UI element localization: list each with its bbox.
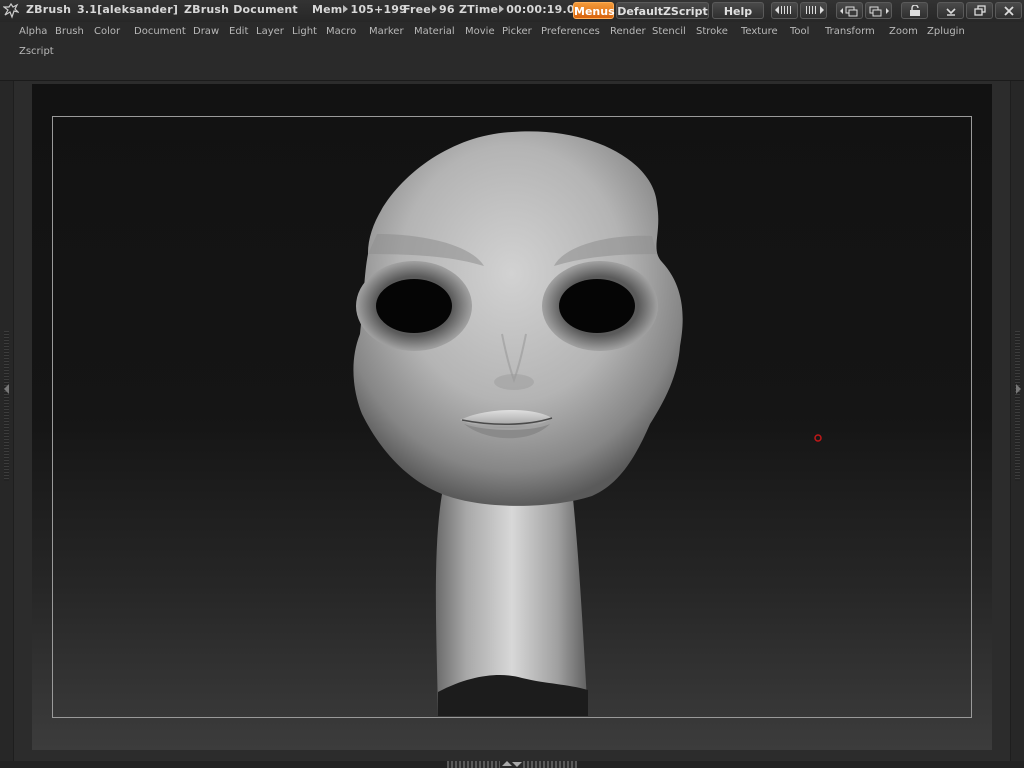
ztime-stat: ZTime 00:00:19.00 — [459, 3, 583, 16]
menu-tool[interactable]: Tool — [790, 26, 809, 37]
workspace — [0, 81, 1024, 761]
restore-icon — [973, 5, 986, 16]
menus-button[interactable]: Menus — [573, 2, 615, 19]
menu-stroke[interactable]: Stroke — [696, 26, 728, 37]
menu-bar: Alpha Brush Color Document Draw Edit Lay… — [0, 22, 1024, 81]
menu-macro[interactable]: Macro — [326, 26, 356, 37]
free-stat: Free 96 — [403, 3, 455, 16]
arrow-left-icon — [774, 6, 779, 14]
left-tray[interactable] — [0, 81, 14, 761]
expand-right-icon[interactable] — [1016, 384, 1021, 394]
menu-edit[interactable]: Edit — [229, 26, 248, 37]
document-frame — [52, 116, 972, 718]
cursor-marker-icon — [814, 434, 822, 442]
ztime-value: 00:00:19.00 — [506, 3, 583, 16]
menu-stencil[interactable]: Stencil — [652, 26, 686, 37]
menu-zplugin[interactable]: Zplugin — [927, 26, 965, 37]
bars-icon — [780, 6, 793, 14]
menu-picker[interactable]: Picker — [502, 26, 532, 37]
menu-zoom[interactable]: Zoom — [889, 26, 918, 37]
mem-label: Mem — [312, 3, 343, 16]
bottom-tray-toggle[interactable] — [500, 761, 522, 768]
app-name: ZBrush — [26, 3, 72, 16]
expand-left-icon[interactable] — [4, 384, 9, 394]
minimize-icon — [945, 8, 956, 16]
menu-marker[interactable]: Marker — [369, 26, 404, 37]
arrow-down-icon — [512, 762, 522, 767]
free-value: 96 — [438, 3, 455, 16]
menu-light[interactable]: Light — [292, 26, 317, 37]
triangle-icon — [431, 5, 437, 13]
close-icon — [1003, 6, 1014, 16]
right-tray[interactable] — [1010, 81, 1024, 761]
zbrush-window: ZBrush 3.1[aleksander] ZBrush Document M… — [0, 0, 1024, 768]
scroll-left-button[interactable] — [771, 2, 798, 19]
lock-button[interactable] — [901, 2, 928, 19]
triangle-icon — [343, 5, 349, 13]
menu-material[interactable]: Material — [414, 26, 455, 37]
menu-movie[interactable]: Movie — [465, 26, 495, 37]
lock-icon — [909, 4, 920, 16]
layout-prev-button[interactable] — [836, 2, 863, 19]
mem-stat: Mem 105+199 — [312, 3, 407, 16]
help-button[interactable]: Help — [712, 2, 764, 19]
version-user: 3.1[aleksander] — [77, 3, 179, 16]
menu-document[interactable]: Document — [134, 26, 186, 37]
menu-texture[interactable]: Texture — [741, 26, 778, 37]
windows-layout-icon — [869, 6, 889, 17]
minimize-button[interactable] — [937, 2, 964, 19]
bars-icon — [805, 6, 818, 14]
tray-grip[interactable] — [1015, 331, 1020, 481]
arrow-right-icon — [819, 6, 824, 14]
default-zscript-button[interactable]: DefaultZScript — [616, 2, 709, 19]
menu-transform[interactable]: Transform — [825, 26, 875, 37]
menu-layer[interactable]: Layer — [256, 26, 284, 37]
title-bar: ZBrush 3.1[aleksander] ZBrush Document M… — [0, 0, 1024, 23]
ztime-label: ZTime — [459, 3, 499, 16]
menu-render[interactable]: Render — [610, 26, 646, 37]
restore-button[interactable] — [966, 2, 993, 19]
close-button[interactable] — [995, 2, 1022, 19]
document-canvas[interactable] — [32, 84, 992, 750]
menu-preferences[interactable]: Preferences — [541, 26, 600, 37]
tray-grip[interactable] — [4, 331, 9, 481]
menu-color[interactable]: Color — [94, 26, 120, 37]
scroll-right-button[interactable] — [800, 2, 827, 19]
menu-draw[interactable]: Draw — [193, 26, 219, 37]
mem-value: 105+199 — [350, 3, 408, 16]
bottom-tray-bar — [0, 761, 1024, 768]
document-title: ZBrush Document — [184, 3, 298, 16]
triangle-icon — [499, 5, 505, 13]
menu-alpha[interactable]: Alpha — [19, 26, 47, 37]
arrow-up-icon — [502, 761, 512, 766]
zbrush-logo-icon — [3, 2, 19, 19]
menu-zscript[interactable]: Zscript — [19, 46, 54, 57]
menu-brush[interactable]: Brush — [55, 26, 84, 37]
windows-layout-icon — [839, 6, 857, 17]
layout-next-button[interactable] — [865, 2, 892, 19]
free-label: Free — [403, 3, 431, 16]
